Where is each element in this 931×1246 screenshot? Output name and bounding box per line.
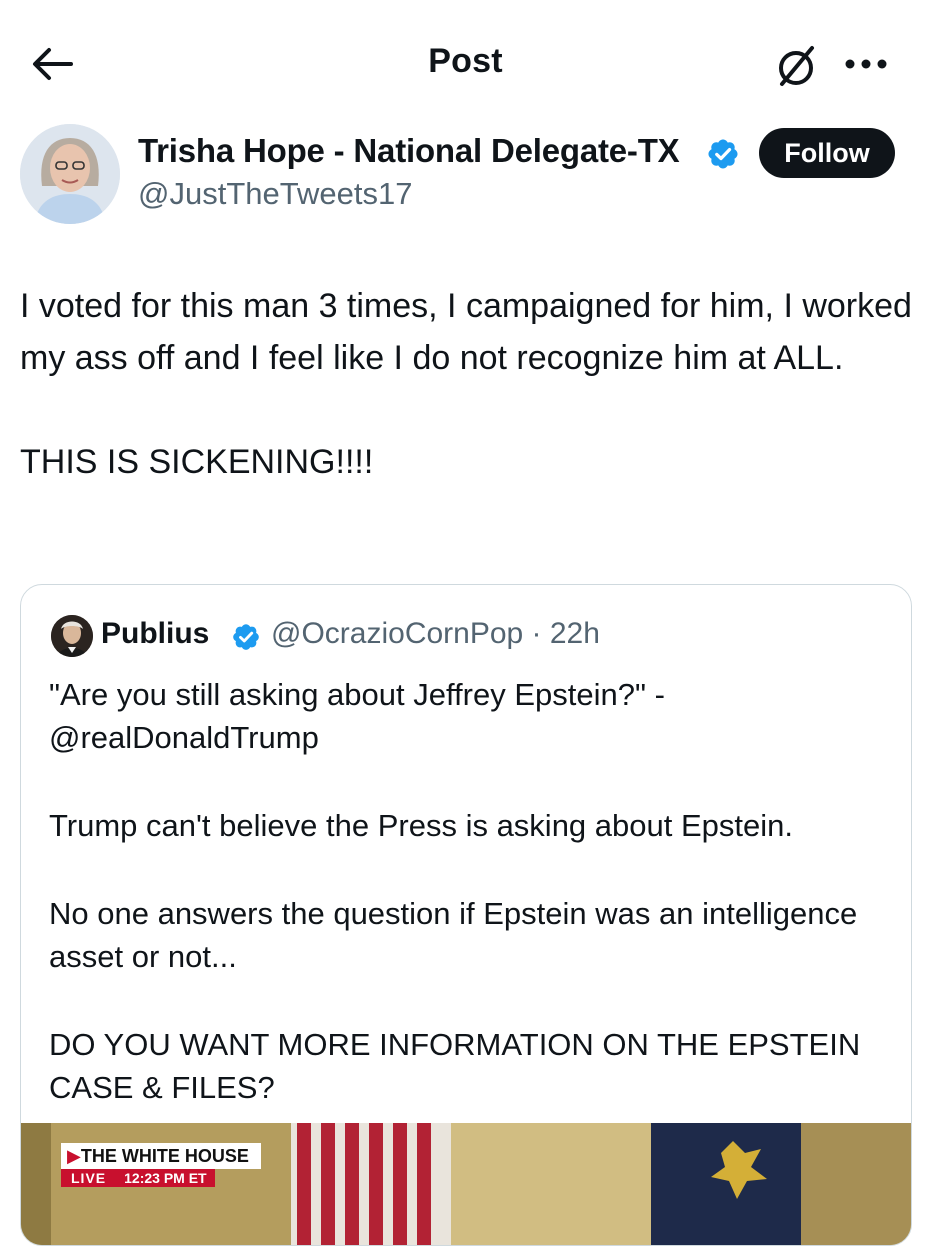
quoted-post-text: "Are you still asking about Jeffrey Epst… <box>49 673 889 1109</box>
quoted-author-avatar <box>51 615 93 657</box>
top-bar: Post <box>0 0 931 120</box>
chyron-live: LIVE <box>61 1169 117 1187</box>
author-name[interactable]: Trisha Hope - National Delegate-TX <box>138 132 680 170</box>
chyron-title: THE WHITE HOUSE <box>80 1146 249 1166</box>
author-handle[interactable]: @JustTheTweets17 <box>138 176 412 212</box>
grok-icon <box>779 46 814 86</box>
verified-icon <box>233 624 259 650</box>
chyron-time: 12:23 PM ET <box>116 1169 215 1187</box>
post-paragraph: THIS IS SICKENING!!!! <box>20 443 374 481</box>
verified-icon <box>708 139 738 169</box>
grok-button[interactable] <box>770 40 822 92</box>
quoted-media-preview[interactable]: ▶THE WHITE HOUSE LIVE 12:23 PM ET <box>21 1123 911 1245</box>
quoted-paragraph: DO YOU WANT MORE INFORMATION ON THE EPST… <box>49 1027 861 1105</box>
quoted-paragraph: No one answers the question if Epstein w… <box>49 896 858 974</box>
quoted-paragraph: "Are you still asking about Jeffrey Epst… <box>49 677 665 755</box>
quoted-post[interactable]: Publius @OcrazioCornPop · 22h "Are you s… <box>20 584 912 1246</box>
post-text: I voted for this man 3 times, I campaign… <box>20 280 915 488</box>
news-chyron: ▶THE WHITE HOUSE LIVE 12:23 PM ET <box>61 1143 261 1187</box>
post-paragraph: I voted for this man 3 times, I campaign… <box>20 287 912 377</box>
quoted-author-handle: @OcrazioCornPop · 22h <box>271 617 600 650</box>
follow-button[interactable]: Follow <box>759 128 895 178</box>
quoted-author-name: Publius <box>101 617 210 650</box>
more-icon <box>845 59 887 69</box>
more-options-button[interactable] <box>838 40 894 88</box>
quoted-paragraph: Trump can't believe the Press is asking … <box>49 808 793 843</box>
author-avatar[interactable] <box>20 124 120 224</box>
